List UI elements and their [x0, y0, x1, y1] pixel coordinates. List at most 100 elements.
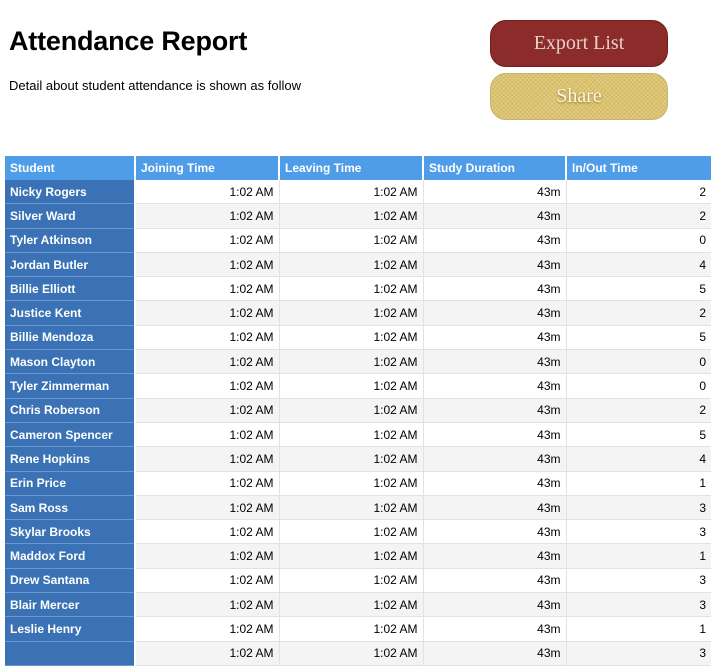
table-row[interactable]: Drew Santana 1:02 AM 1:02 AM 43m 3	[5, 568, 711, 594]
study-duration-cell: 43m	[423, 373, 567, 399]
joining-time-cell: 1:02 AM	[135, 616, 280, 642]
joining-time-cell: 1:02 AM	[135, 252, 280, 278]
joining-time-cell: 1:02 AM	[135, 446, 280, 472]
table-row[interactable]: Maddox Ford 1:02 AM 1:02 AM 43m 1	[5, 543, 711, 569]
joining-time-cell: 1:02 AM	[135, 300, 280, 326]
table-row[interactable]: Mason Clayton 1:02 AM 1:02 AM 43m 0	[5, 349, 711, 375]
in-out-count-cell: 0	[566, 373, 711, 399]
table-row[interactable]: Blair Mercer 1:02 AM 1:02 AM 43m 3	[5, 592, 711, 618]
joining-time-cell: 1:02 AM	[135, 641, 280, 666]
study-duration-cell: 43m	[423, 592, 567, 618]
table-row[interactable]: Skylar Brooks 1:02 AM 1:02 AM 43m 3	[5, 519, 711, 545]
joining-time-cell: 1:02 AM	[135, 543, 280, 569]
study-duration-cell: 43m	[423, 422, 567, 448]
study-duration-cell: 43m	[423, 276, 567, 302]
column-header-leaving-time[interactable]: Leaving Time	[279, 156, 424, 180]
joining-time-cell: 1:02 AM	[135, 495, 280, 521]
study-duration-cell: 43m	[423, 252, 567, 278]
leaving-time-cell: 1:02 AM	[279, 446, 424, 472]
leaving-time-cell: 1:02 AM	[279, 543, 424, 569]
table-row[interactable]: Justice Kent 1:02 AM 1:02 AM 43m 2	[5, 300, 711, 326]
leaving-time-cell: 1:02 AM	[279, 641, 424, 666]
student-name-cell: Maddox Ford	[5, 543, 136, 569]
study-duration-cell: 43m	[423, 543, 567, 569]
leaving-time-cell: 1:02 AM	[279, 373, 424, 399]
column-header-in-out-time[interactable]: In/Out Time	[566, 156, 711, 180]
study-duration-cell: 43m	[423, 203, 567, 229]
in-out-count-cell: 2	[566, 203, 711, 229]
leaving-time-cell: 1:02 AM	[279, 203, 424, 229]
joining-time-cell: 1:02 AM	[135, 276, 280, 302]
student-name-cell: Chris Roberson	[5, 398, 136, 423]
student-name-cell: Mason Clayton	[5, 349, 136, 375]
study-duration-cell: 43m	[423, 519, 567, 545]
table-row[interactable]: Leslie Henry 1:02 AM 1:02 AM 43m 1	[5, 616, 711, 642]
joining-time-cell: 1:02 AM	[135, 349, 280, 375]
column-header-study-duration[interactable]: Study Duration	[423, 156, 567, 180]
table-row[interactable]: Cameron Spencer 1:02 AM 1:02 AM 43m 5	[5, 422, 711, 448]
student-name-cell: Silver Ward	[5, 203, 136, 229]
study-duration-cell: 43m	[423, 568, 567, 594]
joining-time-cell: 1:02 AM	[135, 325, 280, 351]
student-name-cell: Sam Ross	[5, 495, 136, 521]
student-name-cell: Tyler Zimmerman	[5, 373, 136, 399]
leaving-time-cell: 1:02 AM	[279, 616, 424, 642]
leaving-time-cell: 1:02 AM	[279, 592, 424, 618]
table-row[interactable]: Silver Ward 1:02 AM 1:02 AM 43m 2	[5, 203, 711, 229]
table-row[interactable]: Rene Hopkins 1:02 AM 1:02 AM 43m 4	[5, 446, 711, 472]
table-row[interactable]: Tyler Zimmerman 1:02 AM 1:02 AM 43m 0	[5, 373, 711, 399]
student-name-cell: Justice Kent	[5, 300, 136, 326]
leaving-time-cell: 1:02 AM	[279, 495, 424, 521]
in-out-count-cell: 3	[566, 568, 711, 594]
column-header-joining-time[interactable]: Joining Time	[135, 156, 280, 180]
table-row[interactable]: Nicky Rogers 1:02 AM 1:02 AM 43m 2	[5, 180, 711, 205]
in-out-count-cell: 5	[566, 276, 711, 302]
joining-time-cell: 1:02 AM	[135, 373, 280, 399]
leaving-time-cell: 1:02 AM	[279, 568, 424, 594]
study-duration-cell: 43m	[423, 471, 567, 496]
in-out-count-cell: 2	[566, 398, 711, 423]
in-out-count-cell: 1	[566, 616, 711, 642]
table-row[interactable]: Billie Mendoza 1:02 AM 1:02 AM 43m 5	[5, 325, 711, 351]
joining-time-cell: 1:02 AM	[135, 471, 280, 496]
leaving-time-cell: 1:02 AM	[279, 519, 424, 545]
table-row[interactable]: Sam Ross 1:02 AM 1:02 AM 43m 3	[5, 495, 711, 521]
joining-time-cell: 1:02 AM	[135, 398, 280, 423]
study-duration-cell: 43m	[423, 616, 567, 642]
student-name-cell: Nicky Rogers	[5, 180, 136, 205]
leaving-time-cell: 1:02 AM	[279, 325, 424, 351]
leaving-time-cell: 1:02 AM	[279, 300, 424, 326]
joining-time-cell: 1:02 AM	[135, 519, 280, 545]
student-name-cell: Leslie Henry	[5, 616, 136, 642]
export-list-button[interactable]: Export List	[490, 20, 668, 67]
in-out-count-cell: 4	[566, 446, 711, 472]
table-row[interactable]: Erin Price 1:02 AM 1:02 AM 43m 1	[5, 471, 711, 496]
in-out-count-cell: 5	[566, 325, 711, 351]
leaving-time-cell: 1:02 AM	[279, 180, 424, 205]
in-out-count-cell: 2	[566, 180, 711, 205]
table-row[interactable]: Tyler Atkinson 1:02 AM 1:02 AM 43m 0	[5, 228, 711, 253]
share-button[interactable]: Share	[490, 73, 668, 120]
table-row[interactable]: 1:02 AM 1:02 AM 43m 3	[5, 641, 711, 666]
leaving-time-cell: 1:02 AM	[279, 276, 424, 302]
leaving-time-cell: 1:02 AM	[279, 422, 424, 448]
table-row[interactable]: Jordan Butler 1:02 AM 1:02 AM 43m 4	[5, 252, 711, 278]
column-header-student[interactable]: Student	[5, 156, 136, 180]
leaving-time-cell: 1:02 AM	[279, 471, 424, 496]
study-duration-cell: 43m	[423, 349, 567, 375]
study-duration-cell: 43m	[423, 641, 567, 666]
table-row[interactable]: Billie Elliott 1:02 AM 1:02 AM 43m 5	[5, 276, 711, 302]
in-out-count-cell: 4	[566, 252, 711, 278]
in-out-count-cell: 0	[566, 228, 711, 253]
in-out-count-cell: 3	[566, 519, 711, 545]
joining-time-cell: 1:02 AM	[135, 592, 280, 618]
joining-time-cell: 1:02 AM	[135, 180, 280, 205]
table-row[interactable]: Chris Roberson 1:02 AM 1:02 AM 43m 2	[5, 398, 711, 423]
student-name-cell: Tyler Atkinson	[5, 228, 136, 253]
joining-time-cell: 1:02 AM	[135, 568, 280, 594]
leaving-time-cell: 1:02 AM	[279, 228, 424, 253]
in-out-count-cell: 3	[566, 495, 711, 521]
joining-time-cell: 1:02 AM	[135, 203, 280, 229]
student-name-cell: Billie Elliott	[5, 276, 136, 302]
student-name-cell: Drew Santana	[5, 568, 136, 594]
